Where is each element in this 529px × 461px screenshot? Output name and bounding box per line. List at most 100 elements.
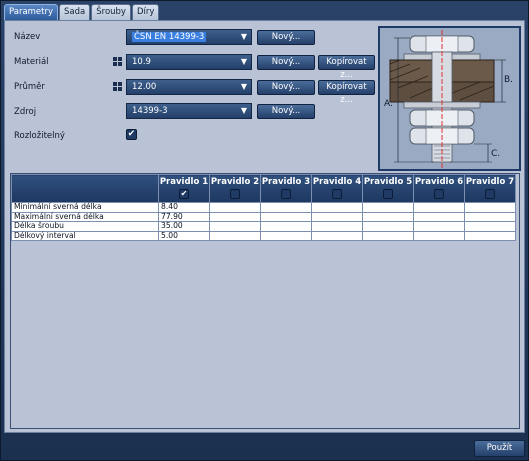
table-cell[interactable] <box>260 211 312 222</box>
column-header[interactable]: Pravidlo 7 <box>464 174 516 203</box>
row-label: Délkový interval <box>11 230 159 241</box>
prumer-label: Průměr <box>14 82 45 92</box>
column-header[interactable]: Pravidlo 5 <box>362 174 414 203</box>
table-header-row: Pravidlo 1 ✔ Pravidlo 2 Pravidlo 3 Pravid… <box>11 174 516 203</box>
table-cell[interactable] <box>209 211 261 222</box>
grid-icon <box>113 57 122 66</box>
material-copy-button[interactable]: Kopírovat z... <box>318 55 375 80</box>
column-label: Pravidlo 1 <box>159 177 209 187</box>
column-checkbox[interactable] <box>434 189 444 199</box>
row-header-corner <box>11 174 159 203</box>
dimension-c-label: C. <box>491 149 500 159</box>
apply-button[interactable]: Použít <box>474 440 525 457</box>
table-row: Délkový interval 5.00 <box>11 230 516 241</box>
tab-diry[interactable]: Díry <box>131 4 160 20</box>
table-cell[interactable] <box>362 230 414 241</box>
column-checkbox[interactable] <box>485 189 495 199</box>
table-cell[interactable] <box>311 202 363 213</box>
table-cell[interactable] <box>260 230 312 241</box>
column-header[interactable]: Pravidlo 1 ✔ <box>158 174 210 203</box>
nazev-combo[interactable]: ČSN EN 14399-3 ▼ <box>126 29 252 45</box>
table-cell[interactable] <box>311 230 363 241</box>
material-label: Materiál <box>14 57 49 67</box>
table-row: Délka šroubu 35.00 <box>11 221 516 232</box>
chevron-down-icon: ▼ <box>240 32 247 41</box>
zdroj-label: Zdroj <box>14 107 37 117</box>
table-cell[interactable] <box>260 221 312 232</box>
table-cell[interactable] <box>311 221 363 232</box>
column-header[interactable]: Pravidlo 3 <box>260 174 312 203</box>
column-label: Pravidlo 3 <box>261 177 311 187</box>
rules-table: Pravidlo 1 ✔ Pravidlo 2 Pravidlo 3 Pravid… <box>10 173 520 429</box>
tab-srouby[interactable]: Šrouby <box>91 4 131 20</box>
table-cell[interactable] <box>362 211 414 222</box>
table-cell[interactable] <box>209 202 261 213</box>
table-cell[interactable] <box>362 221 414 232</box>
table-cell[interactable] <box>464 211 516 222</box>
nazev-label: Název <box>14 32 41 42</box>
row-label: Maximální sverná délka <box>11 211 159 222</box>
table-cell[interactable] <box>413 211 465 222</box>
table-cell[interactable] <box>464 221 516 232</box>
rozlozitelny-checkbox[interactable]: ✔ <box>126 129 137 140</box>
table-cell[interactable] <box>413 221 465 232</box>
column-checkbox[interactable] <box>332 189 342 199</box>
table-cell[interactable] <box>464 202 516 213</box>
zdroj-new-button[interactable]: Nový... <box>257 104 315 119</box>
rozlozitelny-label: Rozložitelný <box>14 131 65 141</box>
column-checkbox[interactable] <box>281 189 291 199</box>
column-label: Pravidlo 5 <box>363 177 413 187</box>
column-checkbox[interactable] <box>230 189 240 199</box>
table-row: Minimální sverná délka 8.40 <box>11 202 516 213</box>
material-value: 10.9 <box>132 57 151 67</box>
table-cell[interactable]: 8.40 <box>158 202 210 213</box>
zdroj-combo[interactable]: 14399-3 ▼ <box>126 103 252 119</box>
column-header[interactable]: Pravidlo 2 <box>209 174 261 203</box>
table-cell[interactable] <box>362 202 414 213</box>
row-label: Délka šroubu <box>11 221 159 232</box>
table-cell[interactable] <box>413 230 465 241</box>
table-cell[interactable] <box>464 230 516 241</box>
prumer-combo[interactable]: 12.00 ▼ <box>126 79 252 95</box>
dimension-b-label: B. <box>504 75 513 85</box>
chevron-down-icon: ▼ <box>240 106 247 115</box>
chevron-down-icon: ▼ <box>240 57 247 66</box>
table-row: Maximální sverná délka 77.90 <box>11 211 516 222</box>
prumer-copy-button[interactable]: Kopírovat z... <box>318 80 375 105</box>
tab-sada[interactable]: Sada <box>59 4 91 20</box>
nazev-new-button[interactable]: Nový... <box>257 30 315 45</box>
column-checkbox-checked[interactable]: ✔ <box>179 189 189 199</box>
row-label: Minimální sverná délka <box>11 202 159 213</box>
prumer-new-button[interactable]: Nový... <box>257 80 315 95</box>
table-cell[interactable] <box>209 230 261 241</box>
material-combo[interactable]: 10.9 ▼ <box>126 54 252 70</box>
table-cell[interactable]: 35.00 <box>158 221 210 232</box>
material-new-button[interactable]: Nový... <box>257 55 315 70</box>
column-header[interactable]: Pravidlo 6 <box>413 174 465 203</box>
prumer-value: 12.00 <box>132 82 157 92</box>
parametry-panel: Název ČSN EN 14399-3 ▼ Nový... Materiál … <box>4 20 525 433</box>
column-label: Pravidlo 6 <box>414 177 464 187</box>
column-label: Pravidlo 7 <box>465 177 515 187</box>
table-cell[interactable] <box>260 202 312 213</box>
grid-icon <box>113 82 122 91</box>
table-cell[interactable] <box>209 221 261 232</box>
bolt-assembly-illustration: A. B. C. <box>384 30 513 168</box>
column-label: Pravidlo 2 <box>210 177 260 187</box>
rules-grid: Pravidlo 1 ✔ Pravidlo 2 Pravidlo 3 Pravid… <box>11 174 516 241</box>
column-header[interactable]: Pravidlo 4 <box>311 174 363 203</box>
table-cell[interactable]: 5.00 <box>158 230 210 241</box>
table-cell[interactable] <box>413 202 465 213</box>
zdroj-value: 14399-3 <box>132 106 168 116</box>
chevron-down-icon: ▼ <box>240 82 247 91</box>
window: Parametry Sada Šrouby Díry Název ČSN EN … <box>0 0 529 461</box>
table-cell[interactable] <box>311 211 363 222</box>
column-checkbox[interactable] <box>383 189 393 199</box>
tab-bar: Parametry Sada Šrouby Díry <box>4 4 160 20</box>
dimension-a-label: A. <box>384 99 393 109</box>
nazev-value: ČSN EN 14399-3 <box>132 32 207 42</box>
bolt-diagram: A. B. C. <box>378 26 521 171</box>
table-cell[interactable]: 77.90 <box>158 211 210 222</box>
column-label: Pravidlo 4 <box>312 177 362 187</box>
tab-parametry[interactable]: Parametry <box>4 4 59 20</box>
